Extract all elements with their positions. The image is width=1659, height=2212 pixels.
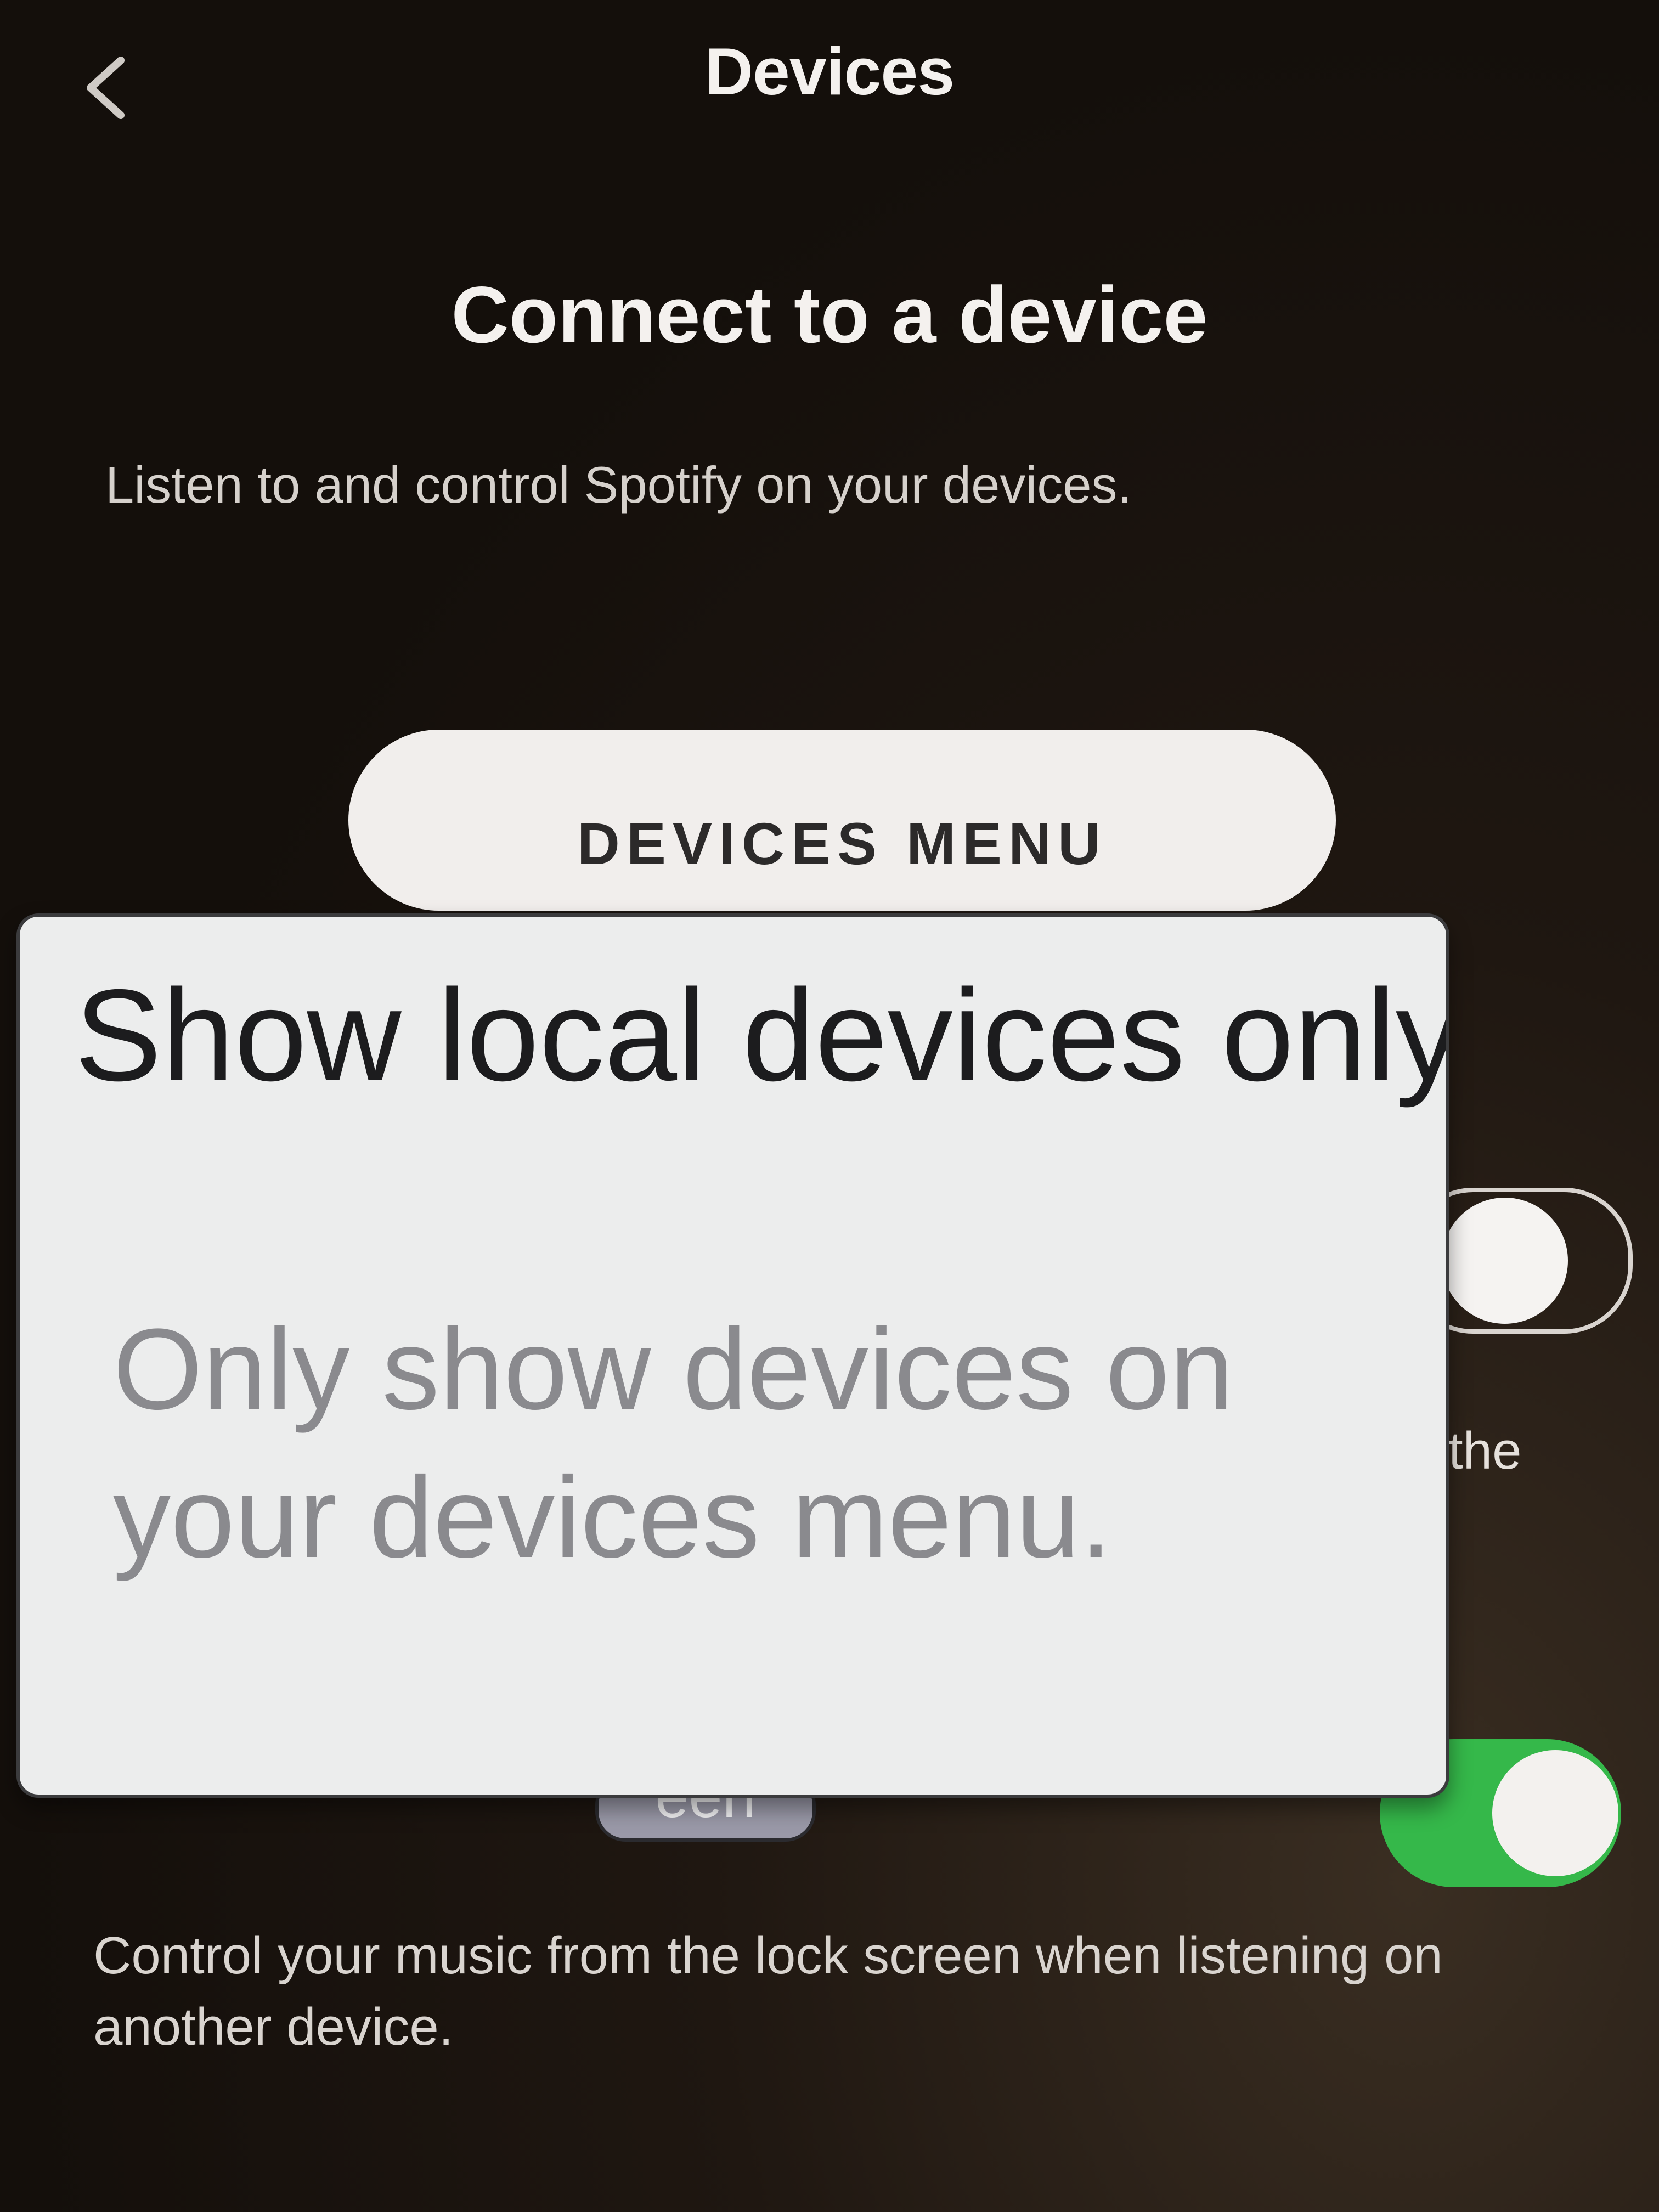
devices-menu-button-label: DEVICES MENU: [577, 810, 1108, 877]
top-bar: Devices: [0, 0, 1659, 143]
page-title: Devices: [704, 34, 955, 109]
obscured-text-fragment: the: [1448, 1421, 1522, 1480]
toggle-knob: [1442, 1198, 1568, 1324]
connect-heading: Connect to a device: [451, 270, 1208, 359]
connect-subtext: Listen to and control Spotify on your de…: [105, 456, 1132, 514]
tooltip-popup: Show local devices only Only show device…: [16, 913, 1449, 1798]
toggle-knob: [1492, 1750, 1618, 1876]
lock-screen-description: Control your music from the lock screen …: [93, 1926, 1443, 2056]
devices-menu-button[interactable]: DEVICES MENU: [348, 730, 1336, 911]
tooltip-title: Show local devices only: [75, 963, 1449, 1108]
tooltip-description: Only show devices on your devices menu.: [113, 1305, 1234, 1582]
